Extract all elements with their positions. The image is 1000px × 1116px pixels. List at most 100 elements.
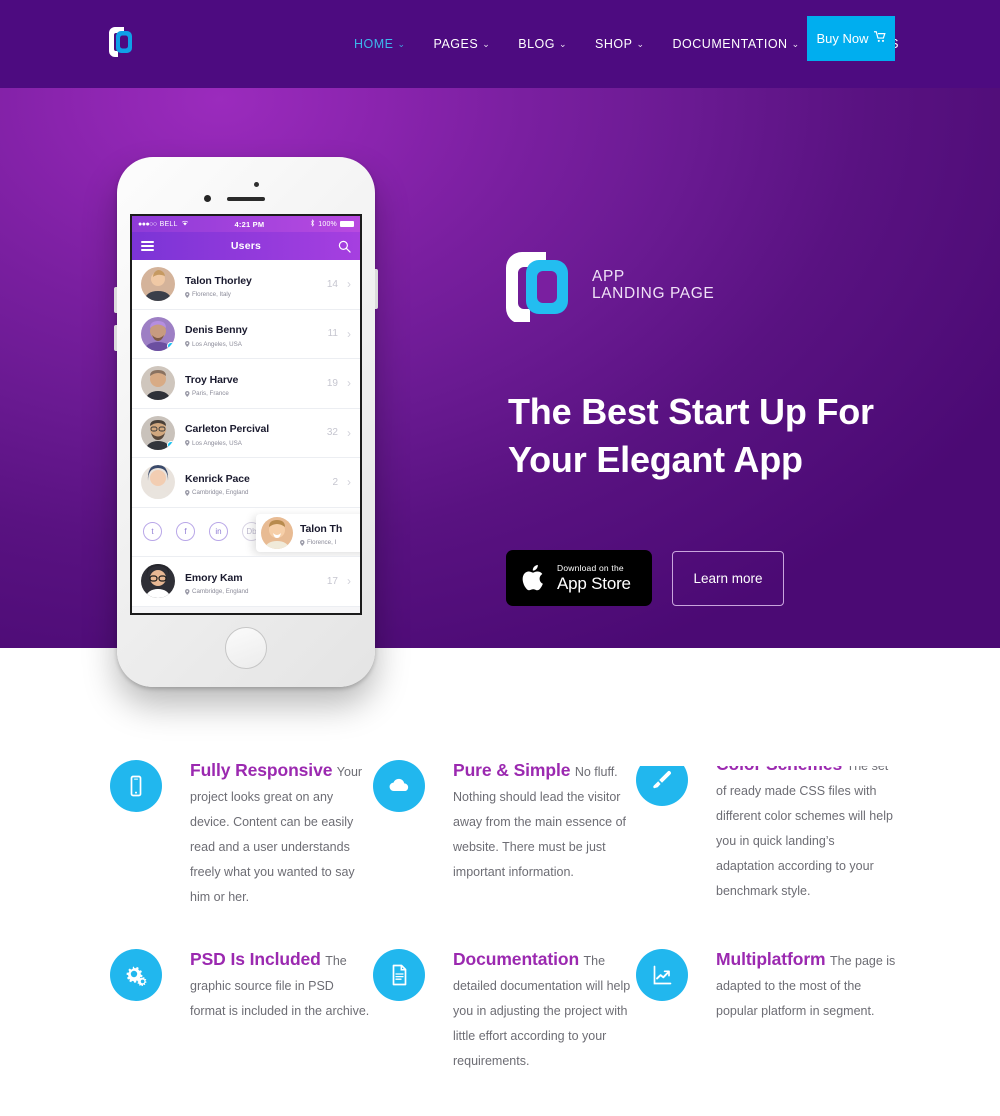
gears-icon: [110, 949, 162, 1001]
bluetooth-icon: [310, 219, 315, 229]
nav-item-label: DOCUMENTATION: [672, 37, 788, 51]
carrier-label: BELL: [159, 220, 178, 228]
list-item[interactable]: Talon Thorley Florence, Italy 14 ›: [132, 260, 360, 310]
floating-contact-card[interactable]: Talon Th Florence, I: [256, 513, 360, 552]
nav-item-label: HOME: [354, 37, 394, 51]
user-count: 11: [327, 328, 338, 340]
linkedin-icon[interactable]: in: [209, 522, 228, 542]
list-item-info: Carleton Percival Los Angeles, USA: [185, 419, 327, 447]
list-item[interactable]: Kenrick Pace Cambridge, England 2 ›: [132, 458, 360, 508]
user-location: Florence, I: [300, 539, 360, 546]
app-logo-icon[interactable]: [106, 26, 134, 58]
avatar: [141, 316, 175, 351]
apple-logo-icon: [521, 563, 547, 593]
phone-volume-down-button: [114, 325, 117, 351]
location-pin-icon: [185, 390, 190, 397]
nav-item-blog[interactable]: BLOG ⌄: [504, 37, 581, 51]
chevron-down-icon: ⌄: [482, 38, 491, 49]
search-icon[interactable]: [338, 240, 351, 253]
shopping-cart-icon: [873, 31, 886, 46]
chevron-down-icon: ⌄: [791, 38, 800, 49]
user-location-label: Cambridge, England: [192, 588, 249, 595]
user-location: Cambridge, England: [185, 588, 327, 595]
chevron-right-icon: ›: [347, 326, 351, 341]
list-item-info: Talon Thorley Florence, Italy: [185, 271, 327, 298]
list-item[interactable]: Denis Benny Los Angeles, USA 11 ›: [132, 309, 360, 359]
feature-card-psd-included: PSD Is Included The graphic source file …: [110, 949, 373, 1074]
list-item[interactable]: Troy Harve Paris, France 19 ›: [132, 359, 360, 409]
online-badge: [167, 440, 175, 449]
user-name: Talon Thorley: [185, 274, 252, 287]
list-item-info: Kenrick Pace Cambridge, England: [185, 469, 332, 496]
avatar: [141, 564, 175, 599]
feature-body: Fully Responsive Your project looks grea…: [190, 760, 370, 934]
learn-more-button[interactable]: Learn more: [672, 550, 784, 606]
feature-body: PSD Is Included The graphic source file …: [190, 949, 370, 1074]
location-pin-icon: [185, 291, 190, 298]
hamburger-menu-icon[interactable]: [141, 241, 154, 251]
chevron-right-icon: ›: [347, 277, 351, 292]
app-logo-icon: [500, 248, 574, 324]
user-count: 2: [332, 476, 338, 488]
user-location-label: Los Angeles, USA: [192, 439, 242, 447]
chevron-down-icon: ⌄: [559, 38, 568, 49]
features-section: Fully Responsive Your project looks grea…: [0, 700, 1000, 1116]
phone-app-bar: Users: [132, 232, 360, 260]
phone-front-camera: [204, 195, 211, 202]
feature-card-pure-simple: Pure & Simple No fluff. Nothing should l…: [373, 760, 636, 934]
twitter-icon[interactable]: t: [143, 522, 162, 542]
user-name: Carleton Percival: [185, 423, 270, 435]
chevron-right-icon: ›: [347, 475, 351, 490]
nav-item-home[interactable]: HOME ⌄: [340, 37, 420, 51]
feature-card-fully-responsive: Fully Responsive Your project looks grea…: [110, 760, 373, 934]
chevron-right-icon: ›: [347, 425, 351, 440]
battery-percent-label: 100%: [318, 220, 337, 228]
user-location: Los Angeles, USA: [185, 341, 328, 348]
user-count: 14: [326, 278, 338, 290]
signal-strength-icon: ●●●○○: [138, 220, 157, 228]
buy-now-button[interactable]: Buy Now: [807, 16, 895, 61]
user-name: Troy Harve: [185, 373, 239, 386]
nav-item-shop[interactable]: SHOP ⌄: [581, 37, 658, 51]
avatar: [141, 267, 175, 302]
facebook-icon[interactable]: f: [176, 522, 195, 542]
user-location: Florence, Italy: [185, 291, 327, 298]
landing-page: HOME ⌄ PAGES ⌄ BLOG ⌄ SHOP ⌄ DOCUMENTATI…: [0, 0, 1000, 1116]
list-item[interactable]: Emory Kam Cambridge, England 17 ›: [132, 557, 360, 607]
avatar: [141, 366, 175, 401]
feature-title: Pure & Simple: [453, 760, 571, 780]
hero-title-line-1: The Best Start Up For: [508, 391, 874, 432]
avatar: [141, 465, 175, 500]
feature-card-documentation: Documentation The detailed documentation…: [373, 949, 636, 1074]
user-name: Denis Benny: [185, 324, 248, 336]
phone-sensor: [254, 182, 259, 187]
mobile-phone-icon: [110, 760, 162, 812]
hero-actions: Download on the App Store Learn more: [506, 550, 784, 606]
app-store-button[interactable]: Download on the App Store: [506, 550, 652, 606]
phone-home-button[interactable]: [225, 627, 267, 669]
user-location-label: Florence, Italy: [192, 291, 231, 298]
hero-title-line-2: Your Elegant App: [508, 439, 803, 480]
social-share-row: t f in Db Talon Th Florence, I: [132, 507, 360, 557]
hero-caption-line-1: APP: [592, 268, 625, 285]
feature-text: The detailed documentation will help you…: [453, 954, 631, 1068]
top-navigation-bar: HOME ⌄ PAGES ⌄ BLOG ⌄ SHOP ⌄ DOCUMENTATI…: [0, 0, 1000, 88]
chevron-down-icon: ⌄: [397, 38, 406, 49]
nav-item-label: BLOG: [518, 37, 555, 51]
wifi-icon: [181, 220, 189, 228]
feature-text: No fluff. Nothing should lead the visito…: [453, 765, 626, 879]
feature-text: Your project looks great on any device. …: [190, 765, 363, 904]
avatar: [141, 415, 175, 450]
feature-text: The set of ready made CSS files with dif…: [716, 766, 893, 898]
user-count: 17: [326, 575, 338, 587]
nav-item-documentation[interactable]: DOCUMENTATION ⌄: [659, 37, 814, 51]
list-item[interactable]: Carleton Percival Los Angeles, USA 32 ›: [132, 408, 360, 458]
feature-title: Fully Responsive: [190, 760, 333, 780]
nav-item-label: PAGES: [433, 37, 479, 51]
user-location: Cambridge, England: [185, 489, 332, 496]
hero-brand: APP LANDING PAGE: [500, 248, 714, 324]
nav-item-pages[interactable]: PAGES ⌄: [420, 37, 505, 51]
paint-brush-icon: [636, 766, 688, 806]
feature-title: PSD Is Included: [190, 949, 321, 969]
list-item-info: Troy Harve Paris, France: [185, 370, 327, 397]
